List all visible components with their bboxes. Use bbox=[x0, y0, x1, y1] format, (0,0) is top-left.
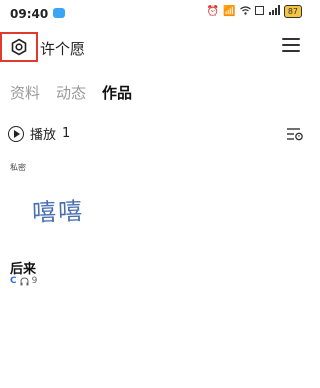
play-all-count: 1 bbox=[62, 126, 71, 141]
sort-list-icon bbox=[287, 128, 303, 141]
wifi-icon bbox=[239, 5, 251, 18]
play-icon bbox=[8, 125, 24, 142]
headphones-icon bbox=[20, 276, 29, 285]
song-meta: C 9 bbox=[10, 276, 37, 286]
hd-icon bbox=[254, 5, 264, 18]
private-label: 私密 bbox=[10, 163, 26, 172]
signal-icon: 📶 bbox=[223, 6, 236, 17]
song-title[interactable]: 后来 bbox=[10, 258, 36, 277]
play-all-label: 播放 bbox=[30, 128, 57, 143]
app-notification-icon bbox=[53, 8, 65, 18]
tab-feed[interactable]: 动态 bbox=[56, 82, 86, 103]
signal-bars-icon bbox=[268, 5, 280, 18]
settings-button[interactable] bbox=[0, 32, 38, 62]
song-badge: C bbox=[10, 276, 17, 286]
alarm-icon: ⏰ bbox=[206, 6, 220, 17]
status-time: 09:40 bbox=[10, 7, 49, 21]
menu-button[interactable] bbox=[282, 38, 300, 52]
handwritten-note: 嘻嘻 bbox=[31, 197, 85, 227]
status-icons: ⏰ 📶 87 bbox=[207, 5, 302, 18]
battery-icon: 87 bbox=[283, 5, 302, 18]
sort-button[interactable] bbox=[286, 126, 304, 141]
profile-tabs: 资料 动态 作品 bbox=[10, 82, 132, 103]
hamburger-menu-icon bbox=[282, 38, 300, 40]
profile-name: 许个愿 bbox=[40, 40, 86, 58]
tab-works[interactable]: 作品 bbox=[102, 82, 132, 103]
settings-icon bbox=[11, 38, 27, 56]
play-all-button[interactable]: 播放 1 bbox=[8, 124, 70, 143]
tab-profile-info[interactable]: 资料 bbox=[10, 82, 40, 103]
listen-count: 9 bbox=[31, 276, 38, 286]
